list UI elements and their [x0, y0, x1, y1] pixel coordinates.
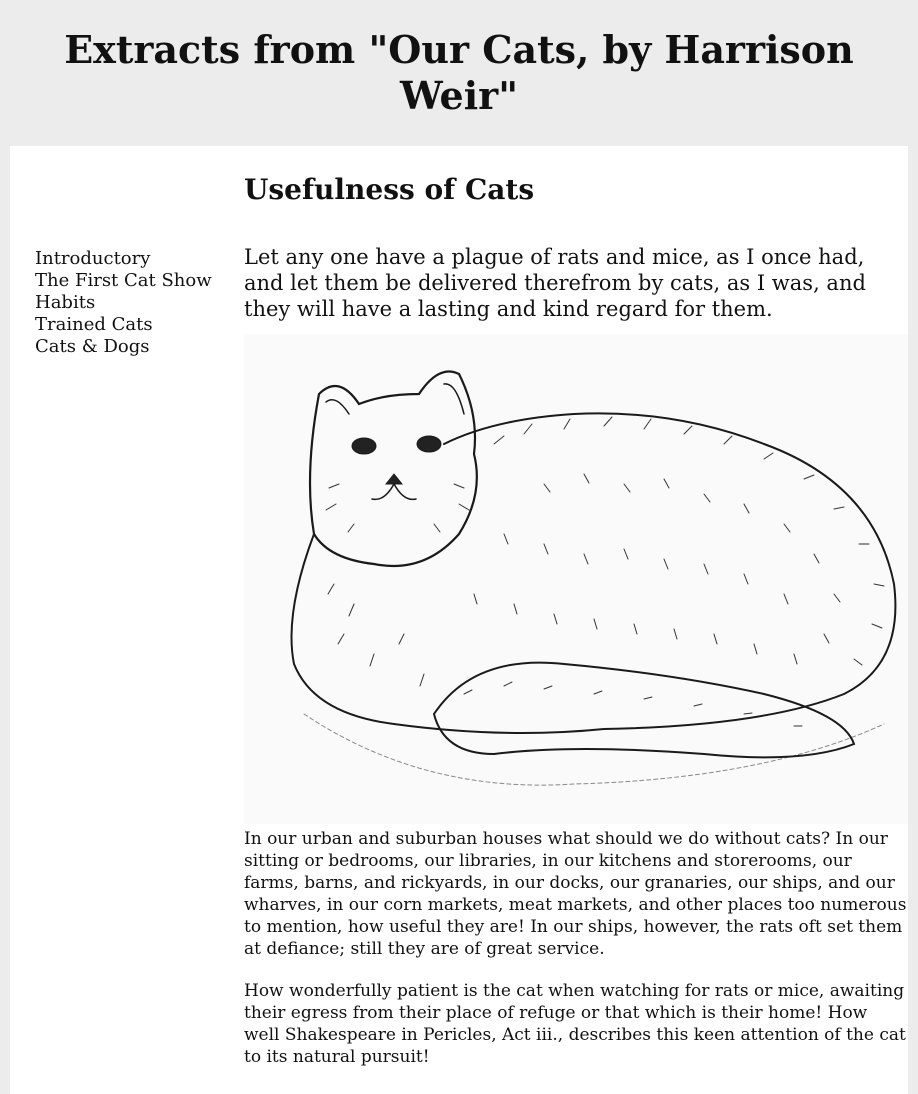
sidebar-item-habits[interactable]: Habits — [35, 292, 235, 314]
sidebar-nav: Introductory The First Cat Show Habits T… — [35, 248, 235, 358]
cat-illustration — [244, 334, 908, 824]
page-body: Introductory The First Cat Show Habits T… — [10, 146, 908, 1094]
page-title: Extracts from "Our Cats, by Harrison Wei… — [64, 27, 854, 118]
sidebar-item-cats-and-dogs[interactable]: Cats & Dogs — [35, 336, 235, 358]
sidebar-item-trained-cats[interactable]: Trained Cats — [35, 314, 235, 336]
body-paragraph: How wonderfully patient is the cat when … — [244, 981, 906, 1067]
sidebar-item-first-cat-show[interactable]: The First Cat Show — [35, 270, 235, 292]
cat-illustration-icon — [290, 370, 897, 786]
article-heading: Usefulness of Cats — [244, 173, 535, 206]
page-header: Extracts from "Our Cats, by Harrison Wei… — [0, 0, 918, 146]
body-paragraph: In our urban and suburban houses what sh… — [244, 829, 907, 959]
article: Usefulness of Cats Let any one have a pl… — [244, 166, 908, 1068]
sidebar-item-introductory[interactable]: Introductory — [35, 248, 235, 270]
lead-paragraph: Let any one have a plague of rats and mi… — [244, 245, 866, 321]
